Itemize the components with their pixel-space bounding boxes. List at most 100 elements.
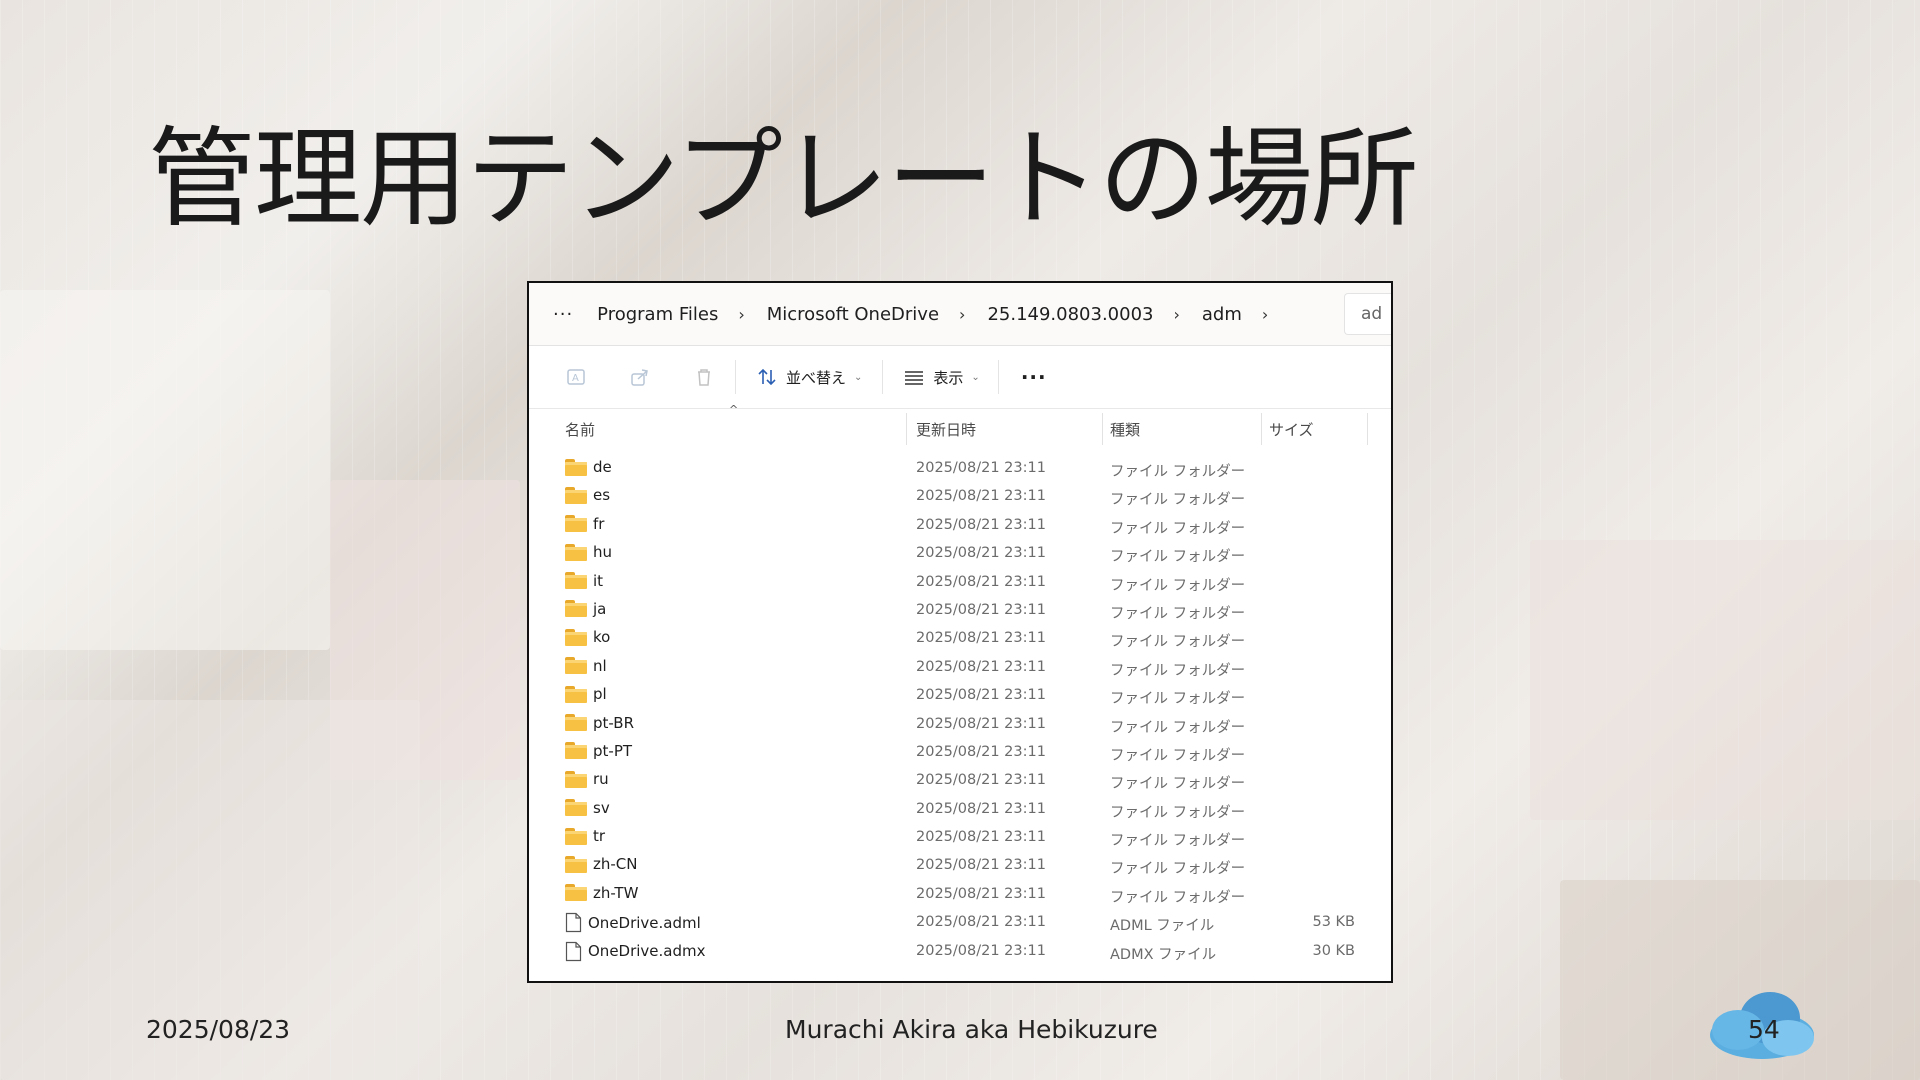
breadcrumb-item[interactable]: Microsoft OneDrive bbox=[767, 304, 939, 325]
folder-row[interactable]: ru 2025/08/21 23:11 ファイル フォルダー bbox=[529, 766, 1391, 794]
item-name: de bbox=[593, 458, 612, 476]
folder-row[interactable]: hu 2025/08/21 23:11 ファイル フォルダー bbox=[529, 539, 1391, 567]
column-divider[interactable] bbox=[1261, 413, 1262, 445]
page-number: 54 bbox=[1748, 1015, 1780, 1044]
rename-icon[interactable]: A bbox=[565, 366, 587, 388]
file-row[interactable]: OneDrive.adml 2025/08/21 23:11 ADML ファイル 53… bbox=[529, 908, 1391, 936]
item-type: ファイル フォルダー bbox=[1110, 691, 1246, 708]
folder-row[interactable]: pt-PT 2025/08/21 23:11 ファイル フォルダー bbox=[529, 738, 1391, 766]
folder-row[interactable]: pl 2025/08/21 23:11 ファイル フォルダー bbox=[529, 681, 1391, 709]
item-name-cell: hu bbox=[565, 543, 612, 561]
breadcrumb-overflow-button[interactable]: ··· bbox=[553, 304, 573, 325]
folder-row[interactable]: zh-TW 2025/08/21 23:11 ファイル フォルダー bbox=[529, 880, 1391, 908]
sort-label: 並べ替え bbox=[786, 368, 847, 387]
folder-icon bbox=[565, 543, 587, 561]
breadcrumb-item[interactable]: Program Files bbox=[597, 304, 718, 325]
item-name-cell: it bbox=[565, 572, 603, 590]
footer-date: 2025/08/23 bbox=[146, 1015, 291, 1044]
trash-icon[interactable] bbox=[693, 366, 715, 388]
item-name: OneDrive.adml bbox=[588, 913, 701, 932]
item-name: ru bbox=[593, 770, 609, 789]
item-name: pt-BR bbox=[593, 713, 634, 732]
footer-author: Murachi Akira aka Hebikuzure bbox=[785, 1015, 1158, 1044]
file-row[interactable]: OneDrive.admx 2025/08/21 23:11 ADMX ファイル 30… bbox=[529, 937, 1391, 965]
breadcrumb-chevron-icon[interactable]: › bbox=[959, 305, 965, 324]
folder-row[interactable]: de 2025/08/21 23:11 ファイル フォルダー bbox=[529, 454, 1391, 482]
view-label: 表示 bbox=[933, 368, 964, 387]
toolbar-divider bbox=[735, 360, 736, 394]
file-icon bbox=[565, 941, 582, 962]
svg-text:A: A bbox=[572, 373, 579, 384]
item-name-cell: sv bbox=[565, 799, 610, 817]
file-list: de 2025/08/21 23:11 ファイル フォルダー es 2025/08/21… bbox=[529, 454, 1391, 965]
item-type: ファイル フォルダー bbox=[1110, 577, 1246, 594]
breadcrumb-chevron-icon[interactable]: › bbox=[1262, 305, 1268, 324]
folder-row[interactable]: es 2025/08/21 23:11 ファイル フォルダー bbox=[529, 482, 1391, 510]
item-type: ファイル フォルダー bbox=[1110, 549, 1246, 566]
folder-row[interactable]: tr 2025/08/21 23:11 ファイル フォルダー bbox=[529, 823, 1391, 851]
folder-icon bbox=[565, 685, 587, 703]
item-type: ファイル フォルダー bbox=[1110, 605, 1246, 622]
slide-title: 管理用テンプレートの場所 bbox=[148, 117, 1419, 242]
folder-icon bbox=[565, 827, 587, 845]
more-options-button[interactable]: ··· bbox=[1021, 365, 1047, 389]
item-modified: 2025/08/21 23:11 bbox=[916, 545, 1046, 562]
column-divider[interactable] bbox=[1102, 413, 1103, 445]
item-name-cell: es bbox=[565, 486, 610, 504]
view-button[interactable]: 表示 ⌄ bbox=[903, 366, 980, 388]
file-icon bbox=[565, 912, 582, 933]
folder-row[interactable]: ko 2025/08/21 23:11 ファイル フォルダー bbox=[529, 624, 1391, 652]
column-divider[interactable] bbox=[906, 413, 907, 445]
toolbar-divider bbox=[997, 360, 999, 394]
item-type: ファイル フォルダー bbox=[1110, 492, 1246, 509]
page-number-badge: 54 bbox=[1708, 990, 1816, 1060]
item-modified: 2025/08/21 23:11 bbox=[916, 488, 1046, 505]
item-name-cell: ko bbox=[565, 628, 610, 646]
folder-row[interactable]: fr 2025/08/21 23:11 ファイル フォルダー bbox=[529, 511, 1391, 539]
folder-row[interactable]: it 2025/08/21 23:11 ファイル フォルダー bbox=[529, 568, 1391, 596]
breadcrumb-chevron-icon[interactable]: › bbox=[738, 305, 744, 324]
item-modified: 2025/08/21 23:11 bbox=[916, 658, 1046, 675]
item-name-cell: nl bbox=[565, 657, 607, 675]
folder-row[interactable]: sv 2025/08/21 23:11 ファイル フォルダー bbox=[529, 795, 1391, 823]
item-type: ファイル フォルダー bbox=[1110, 662, 1246, 679]
item-name-cell: pt-BR bbox=[565, 714, 634, 732]
breadcrumb-item[interactable]: 25.149.0803.0003 bbox=[987, 304, 1153, 325]
breadcrumb-chevron-icon[interactable]: › bbox=[1173, 305, 1179, 324]
share-icon[interactable] bbox=[629, 366, 651, 388]
item-modified: 2025/08/21 23:11 bbox=[916, 857, 1046, 874]
column-header-name[interactable]: 名前 bbox=[565, 419, 595, 440]
item-type: ファイル フォルダー bbox=[1110, 861, 1246, 878]
folder-row[interactable]: ja 2025/08/21 23:11 ファイル フォルダー bbox=[529, 596, 1391, 624]
search-box[interactable]: ad bbox=[1344, 293, 1391, 335]
folder-row[interactable]: nl 2025/08/21 23:11 ファイル フォルダー bbox=[529, 653, 1391, 681]
item-name: ja bbox=[593, 599, 607, 618]
address-bar[interactable]: ··· Program Files › Microsoft OneDrive ›… bbox=[529, 283, 1391, 346]
column-header-modified[interactable]: 更新日時 bbox=[916, 419, 976, 440]
folder-icon bbox=[565, 770, 587, 788]
item-size: 53 KB bbox=[1312, 914, 1355, 931]
column-divider[interactable] bbox=[1367, 413, 1368, 445]
item-name-cell: tr bbox=[565, 827, 605, 845]
item-name: sv bbox=[593, 798, 610, 817]
item-type: ファイル フォルダー bbox=[1110, 520, 1246, 537]
breadcrumb-item[interactable]: adm bbox=[1202, 304, 1242, 325]
folder-icon bbox=[565, 486, 587, 504]
sort-ascending-caret-icon: ^ bbox=[729, 403, 739, 416]
column-header-type[interactable]: 種類 bbox=[1110, 419, 1140, 440]
item-modified: 2025/08/21 23:11 bbox=[916, 687, 1046, 704]
item-name-cell: zh-CN bbox=[565, 855, 638, 873]
background-container bbox=[1530, 540, 1920, 820]
item-type: ファイル フォルダー bbox=[1110, 464, 1246, 480]
sort-button[interactable]: 並べ替え ⌄ bbox=[756, 366, 862, 388]
folder-icon bbox=[565, 884, 587, 902]
folder-row[interactable]: zh-CN 2025/08/21 23:11 ファイル フォルダー bbox=[529, 851, 1391, 879]
column-header-size[interactable]: サイズ bbox=[1269, 419, 1314, 440]
view-list-icon bbox=[903, 366, 925, 388]
item-name-cell: de bbox=[565, 458, 612, 476]
folder-row[interactable]: pt-BR 2025/08/21 23:11 ファイル フォルダー bbox=[529, 710, 1391, 738]
item-modified: 2025/08/21 23:11 bbox=[916, 772, 1046, 789]
folder-icon bbox=[565, 799, 587, 817]
item-name-cell: zh-TW bbox=[565, 884, 638, 902]
sort-icon bbox=[756, 366, 778, 388]
